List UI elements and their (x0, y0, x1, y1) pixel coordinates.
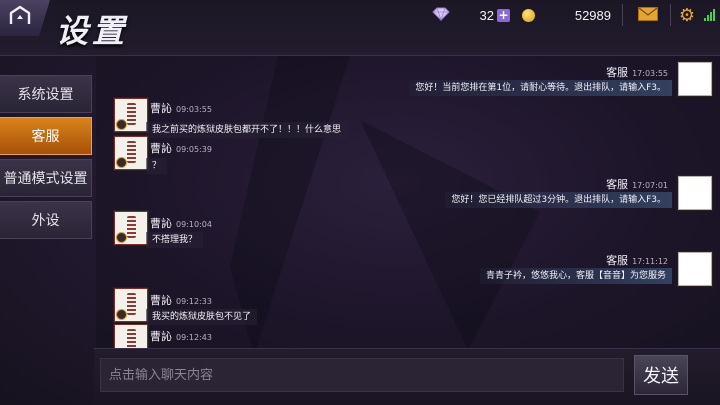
sidebar-item-label: 客服 (31, 129, 60, 145)
sidebar-item-customer-service[interactable]: 客服 (0, 117, 92, 155)
sender-name: 曹訫 (150, 294, 172, 307)
sender-name: 曹訫 (150, 142, 172, 155)
crown-badge-icon (116, 157, 127, 168)
sidebar-item-label: 系统设置 (17, 87, 74, 103)
mail-button[interactable] (628, 3, 668, 27)
gem-counter: 32 + (432, 6, 510, 24)
message-time: 09:12:33 (176, 297, 212, 306)
chat-message-player: 曹訫 09:03:55 我之前买的炼狱皮肤包都开不了！！！什么意思 (96, 98, 720, 138)
sender-name: 客服 (606, 254, 629, 267)
mail-icon (638, 6, 658, 25)
send-button[interactable]: 发送 (634, 355, 688, 395)
player-avatar (114, 98, 148, 132)
player-avatar (114, 211, 148, 245)
gold-count: 52989 (574, 7, 611, 23)
sender-name: 曹訫 (150, 217, 172, 230)
message-time: 17:11:12 (632, 257, 668, 266)
message-time: 09:05:39 (176, 145, 212, 154)
message-header: 曹訫 09:10:04 (150, 215, 212, 231)
settings-button[interactable]: ⚙ (676, 4, 698, 26)
chat-log[interactable]: 客服 17:03:55 您好！当前您排在第1位，请耐心等待。退出排队，请输入F3。… (96, 56, 720, 348)
crown-badge-icon (116, 309, 127, 320)
message-bubble: 您好！当前您排在第1位，请耐心等待。退出排队，请输入F3。 (409, 80, 672, 96)
crown-badge-icon (116, 119, 127, 130)
back-button[interactable] (0, 0, 50, 36)
message-bubble: 青青子衿，悠悠我心，客服【音音】为您服务 (479, 268, 672, 284)
message-header: 客服 17:11:12 (606, 252, 668, 268)
message-header: 曹訫 09:03:55 (150, 100, 212, 116)
chat-message-cs: 客服 17:11:12 青青子衿，悠悠我心，客服【音音】为您服务 (96, 248, 720, 288)
sender-name: 曹訫 (150, 102, 172, 115)
signal-icon (704, 9, 716, 21)
message-bubble: 您好！您已经排队超过3分钟。退出排队，请输入F3。 (445, 192, 672, 208)
player-avatar (114, 288, 148, 322)
chat-message-player: 曹訫 09:05:39 ？ (96, 136, 720, 176)
message-time: 17:03:55 (632, 69, 668, 78)
chat-message-player: 曹訫 09:12:33 我买的炼狱皮肤包不见了 (96, 288, 720, 328)
sidebar-item-system-settings[interactable]: 系统设置 (0, 75, 92, 113)
message-bubble: 我买的炼狱皮肤包不见了 (146, 309, 258, 325)
message-header: 曹訫 09:12:33 (150, 292, 212, 308)
player-avatar (114, 324, 148, 348)
divider (670, 4, 671, 26)
plus-icon: + (498, 7, 509, 22)
sidebar-item-peripherals[interactable]: 外设 (0, 201, 92, 239)
message-header: 客服 17:07:01 (606, 176, 668, 192)
chat-input[interactable] (100, 358, 624, 392)
gold-coin-icon (522, 8, 535, 22)
diamond-icon (432, 6, 450, 25)
chat-input-bar: 发送 (94, 348, 720, 405)
sender-name: 客服 (606, 178, 629, 191)
message-time: 09:10:04 (176, 220, 212, 229)
cs-avatar (678, 62, 712, 96)
cs-avatar (678, 252, 712, 286)
chat-message-player: 曹訫 09:12:43 (96, 324, 720, 348)
sidebar-item-normal-mode-settings[interactable]: 普通模式设置 (0, 159, 92, 197)
top-bar: 设置 32 + 52989 ⚙ (0, 0, 720, 56)
sender-name: 客服 (606, 66, 629, 79)
crown-badge-icon (116, 232, 127, 243)
message-time: 17:07:01 (632, 181, 668, 190)
cs-avatar (678, 176, 712, 210)
sidebar: 系统设置 客服 普通模式设置 外设 (0, 75, 94, 243)
gear-icon: ⚙ (678, 4, 696, 26)
sender-name: 曹訫 (150, 330, 172, 343)
message-header: 曹訫 09:05:39 (150, 140, 212, 156)
chat-message-cs: 客服 17:07:01 您好！您已经排队超过3分钟。退出排队，请输入F3。 (96, 172, 720, 212)
message-header: 曹訫 09:12:43 (150, 328, 212, 344)
back-icon (8, 5, 32, 31)
gem-count: 32 (479, 7, 494, 23)
chat-message-player: 曹訫 09:10:04 不搭理我？ (96, 211, 720, 251)
message-bubble: 不搭理我？ (146, 232, 204, 248)
message-time: 09:12:43 (176, 333, 212, 342)
add-gems-button[interactable]: + (497, 7, 510, 22)
gold-counter: 52989 (522, 6, 611, 24)
divider (622, 4, 623, 26)
page-title: 设置 (56, 12, 129, 50)
sidebar-item-label: 普通模式设置 (3, 171, 88, 187)
message-time: 09:03:55 (176, 105, 212, 114)
message-header: 客服 17:03:55 (606, 64, 668, 80)
player-avatar (114, 136, 148, 170)
sidebar-item-label: 外设 (31, 213, 60, 229)
